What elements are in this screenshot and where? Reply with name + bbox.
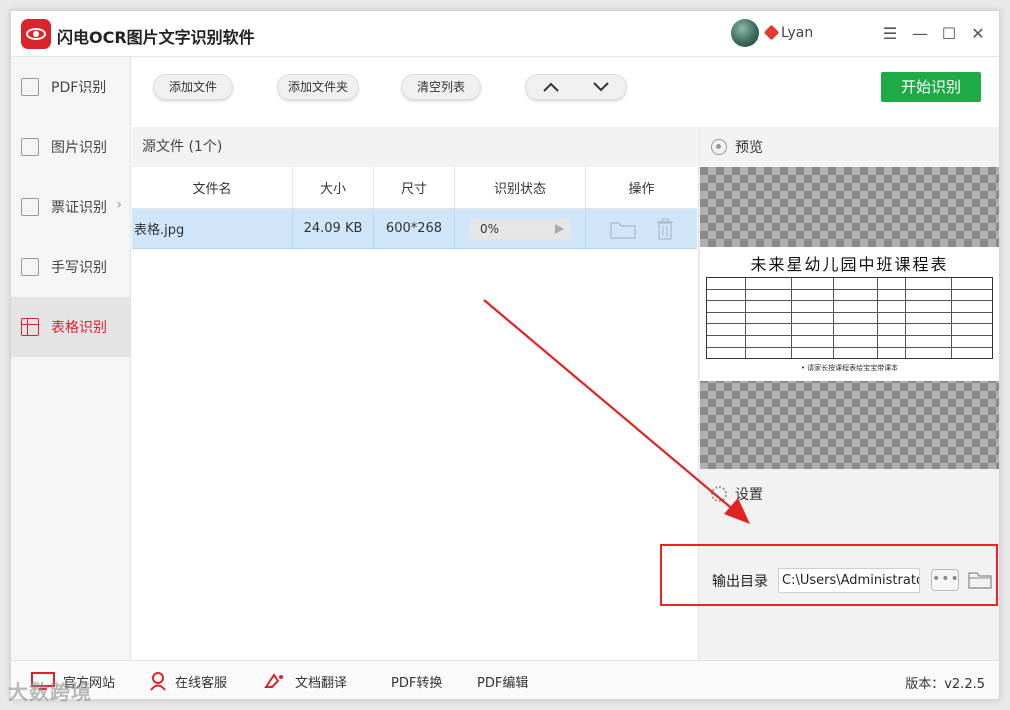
app-title: 闪电OCR图片文字识别软件 [57,28,255,47]
sidebar-item-image[interactable]: 图片识别 [11,117,130,177]
file-size: 24.09 KB [293,209,374,248]
preview-header: 预览 [699,127,999,167]
file-name: 表格.jpg [132,209,293,248]
file-dimensions: 600*268 [374,209,455,248]
preview-label: 预览 [735,140,763,156]
table-row[interactable]: 表格.jpg 24.09 KB 600*268 0% [132,209,697,249]
eye-icon [711,139,727,155]
column-header-filename: 文件名 [132,167,293,208]
handwriting-icon [21,258,39,276]
move-down-button[interactable] [576,75,626,99]
settings-header: 设置 [699,477,998,511]
clear-list-button[interactable]: 清空列表 [401,74,481,100]
sidebar-item-label: 图片识别 [51,140,107,156]
add-file-button[interactable]: 添加文件 [153,74,233,100]
vip-diamond-icon [763,24,780,41]
preview-image-title: 未来星幼儿园中班课程表 [750,255,949,274]
trash-icon[interactable] [656,218,674,240]
sidebar-item-label: PDF识别 [51,80,107,96]
app-window: 闪电OCR图片文字识别软件 Lyan ☰ — ☐ ✕ PDF识别 图片识别 票证… [10,10,1000,700]
sidebar-item-label: 手写识别 [51,260,107,276]
chevron-down-icon [593,82,609,92]
image-icon [21,138,39,156]
browse-more-button[interactable]: ••• [931,569,959,591]
recognition-status: 0% [455,209,586,248]
user-support-icon [150,672,166,691]
row-actions [586,209,697,248]
preview-image: 未来星幼儿园中班课程表 • 请家长按课程表给宝宝带课本 [700,247,999,381]
move-buttons [525,74,627,100]
progress-text: 0% [480,221,500,236]
start-recognition-button[interactable]: 开始识别 [881,72,981,102]
gear-icon [711,486,727,502]
table-icon [21,318,39,336]
pdf-icon [21,78,39,96]
column-header-size: 大小 [293,167,374,208]
sidebar-item-handwriting[interactable]: 手写识别 [11,237,130,297]
pdf-convert-label: PDF转换 [391,675,443,691]
sidebar-item-table[interactable]: 表格识别 [11,297,130,357]
version-text: 版本：v2.2.5 [905,677,985,692]
pdf-edit-label: PDF编辑 [477,675,529,691]
chevron-right-icon: › [116,197,122,213]
online-support-label: 在线客服 [175,675,228,691]
sidebar-item-pdf[interactable]: PDF识别 [11,57,130,117]
user-avatar[interactable] [731,19,759,47]
translate-icon [264,673,283,688]
close-button[interactable]: ✕ [967,23,989,45]
online-support-link[interactable]: 在线客服 [149,671,227,691]
column-header-actions: 操作 [628,182,655,197]
translate-link[interactable]: 文档翻译 [263,671,347,691]
output-directory-section: 输出目录 C:\Users\Administrator\ ••• [660,544,998,606]
bottom-bar: 官方网站 在线客服 文档翻译 PDF转换 PDF编辑 版本：v2.2.5 [11,660,999,699]
column-header-status: 识别状态 [455,167,586,208]
toolbar: 添加文件 添加文件夹 清空列表 开始识别 [132,57,999,127]
title-bar: 闪电OCR图片文字识别软件 Lyan ☰ — ☐ ✕ [11,11,999,57]
column-header-dimensions: 尺寸 [374,167,455,208]
output-directory-input[interactable]: C:\Users\Administrator\ [778,568,920,593]
open-folder-icon[interactable] [968,570,992,590]
pdf-edit-link[interactable]: PDF编辑 [477,671,528,691]
file-panel: 源文件 (1个) 文件名 大小 尺寸 识别状态 操作 表格.jpg 24.09 … [132,127,697,660]
app-logo-icon [21,19,51,49]
progress-bar: 0% [470,218,570,239]
sidebar-item-label: 票证识别 [51,200,107,216]
preview-image-note: • 请家长按课程表给宝宝带课本 [800,364,899,372]
chevron-up-icon [543,82,559,92]
username[interactable]: Lyan [781,25,813,41]
folder-icon[interactable] [609,219,636,239]
pdf-convert-link[interactable]: PDF转换 [391,671,442,691]
maximize-button[interactable]: ☐ [938,23,960,45]
source-file-header: 源文件 (1个) [132,127,697,167]
table-header: 文件名 大小 尺寸 识别状态 操作 [132,167,697,209]
move-up-button[interactable] [526,75,576,99]
settings-label: 设置 [735,487,763,503]
watermark: 大数跨境 [8,680,92,704]
sidebar: PDF识别 图片识别 票证识别 › 手写识别 表格识别 [11,57,131,660]
minimize-button[interactable]: — [909,23,931,45]
play-icon[interactable] [555,223,564,234]
translate-label: 文档翻译 [295,675,348,691]
preview-area: 未来星幼儿园中班课程表 • 请家长按课程表给宝宝带课本 [700,167,999,469]
preview-image-table [706,277,993,359]
ticket-icon [21,198,39,216]
add-folder-button[interactable]: 添加文件夹 [277,74,359,100]
output-directory-label: 输出目录 [712,574,768,590]
menu-icon[interactable]: ☰ [879,23,901,45]
sidebar-item-label: 表格识别 [51,320,107,336]
sidebar-item-ticket[interactable]: 票证识别 › [11,177,130,237]
